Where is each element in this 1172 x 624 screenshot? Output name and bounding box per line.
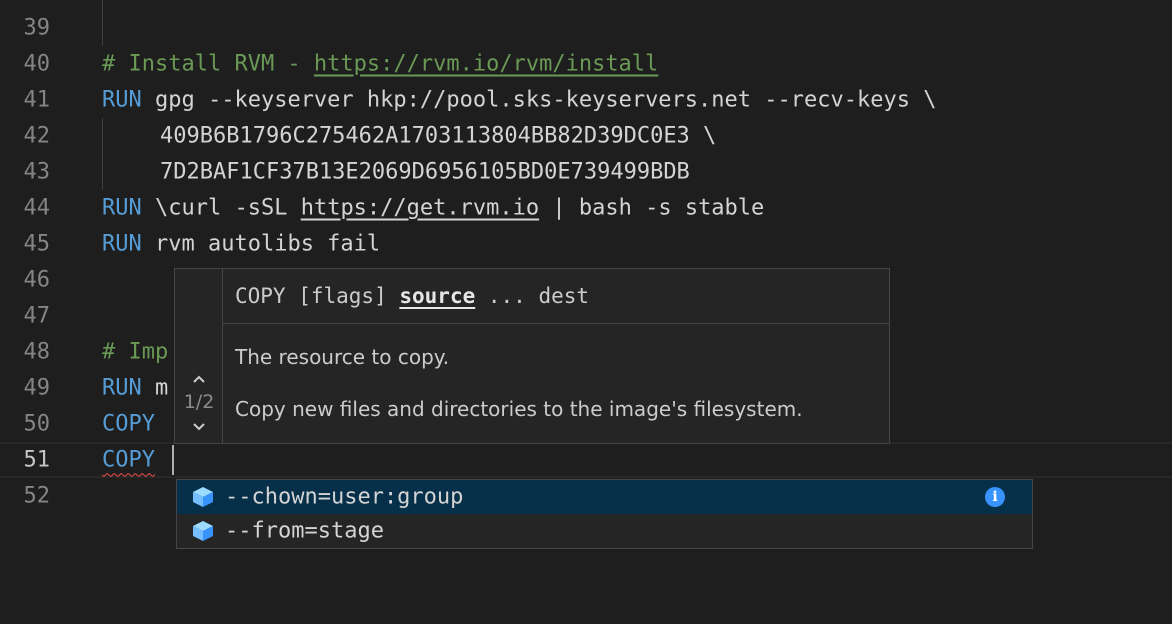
line-number: 47: [23, 303, 51, 329]
signature-prefix: COPY [flags]: [235, 284, 400, 308]
line-number: 39: [23, 15, 51, 41]
signature-label: COPY [flags] source ... dest: [235, 284, 589, 308]
code-rest: m: [141, 375, 169, 401]
code-rest: gpg --keyserver hkp://pool.sks-keyserver…: [141, 87, 937, 113]
line-number: 40: [23, 51, 51, 77]
line-number: 51: [23, 447, 51, 473]
signature-active-param: source: [399, 284, 476, 308]
code-line[interactable]: 44 RUN \curl -sSL https://get.rvm.io | b…: [0, 190, 1172, 226]
signature-suffix: ... dest: [475, 284, 590, 308]
code-line[interactable]: 39: [0, 10, 1172, 46]
code-text: RUN \curl -sSL https://get.rvm.io | bash…: [102, 196, 764, 221]
signature-help-widget: 1/2 COPY [flags] source ... dest The res…: [174, 268, 890, 444]
line-number: 49: [23, 375, 51, 401]
suggestion-widget: --chown=user:group i --from=stage: [176, 479, 1033, 549]
code-text: RUN rvm autolibs fail: [102, 232, 380, 257]
code-text: # Install RVM - https://rvm.io/rvm/insta…: [102, 52, 658, 77]
code-line[interactable]: 43 7D2BAF1CF37B13E2069D6956105BD0E739499…: [0, 154, 1172, 190]
keyword: RUN: [102, 87, 142, 113]
comment-link[interactable]: https://rvm.io/rvm/install: [314, 52, 658, 77]
line-number: 45: [23, 231, 51, 257]
line-number: 44: [23, 195, 51, 221]
text-cursor: [172, 445, 174, 475]
code-line[interactable]: 45 RUN rvm autolibs fail: [0, 226, 1172, 262]
code-rest: \curl -sSL: [141, 195, 301, 221]
suggestion-label: --from=stage: [225, 518, 384, 544]
keyword-with-error: COPY: [102, 447, 155, 473]
signature-header: COPY [flags] source ... dest: [223, 269, 889, 324]
property-icon: [191, 485, 215, 509]
suggestion-label: --chown=user:group: [225, 484, 464, 510]
code-text: RUN gpg --keyserver hkp://pool.sks-keyse…: [102, 88, 936, 113]
line-number: 50: [23, 411, 51, 437]
line-number: 48: [23, 339, 51, 365]
property-icon: [191, 519, 215, 543]
suggestion-item[interactable]: --from=stage: [177, 514, 1032, 548]
code-rest: | bash -s stable: [539, 195, 765, 221]
info-icon[interactable]: i: [985, 487, 1005, 507]
signature-counter: 1/2: [183, 391, 215, 413]
line-number: 52: [23, 483, 51, 509]
line-number: 43: [23, 159, 51, 185]
chevron-down-icon[interactable]: [175, 413, 223, 437]
keyword: RUN: [102, 375, 142, 401]
line-number: 46: [23, 267, 51, 293]
suggestion-item[interactable]: --chown=user:group i: [177, 480, 1032, 514]
code-rest: rvm autolibs fail: [141, 231, 381, 257]
keyword: COPY: [102, 411, 155, 437]
keyword: RUN: [102, 195, 142, 221]
signature-nav: 1/2: [175, 269, 223, 443]
signature-documentation: Copy new files and directories to the im…: [235, 397, 803, 421]
line-number: 41: [23, 87, 51, 113]
code-line[interactable]: 40 # Install RVM - https://rvm.io/rvm/in…: [0, 46, 1172, 82]
comment-text: # Imp: [102, 339, 169, 365]
code-line[interactable]: 41 RUN gpg --keyserver hkp://pool.sks-ke…: [0, 82, 1172, 118]
code-text: RUN m: [102, 376, 168, 401]
code-link[interactable]: https://get.rvm.io: [301, 196, 539, 221]
code-line[interactable]: 42 409B6B1796C275462A1703113804BB82D39DC…: [0, 118, 1172, 154]
code-text: 7D2BAF1CF37B13E2069D6956105BD0E739499BDB: [160, 159, 690, 185]
current-code-line[interactable]: 51 COPY: [0, 442, 1172, 478]
chevron-up-icon[interactable]: [175, 365, 223, 389]
parameter-documentation: The resource to copy.: [235, 345, 450, 369]
keyword: RUN: [102, 231, 142, 257]
comment-text: # Install RVM -: [102, 51, 314, 77]
line-number: 42: [23, 123, 51, 149]
code-text: 409B6B1796C275462A1703113804BB82D39DC0E3…: [160, 123, 717, 149]
